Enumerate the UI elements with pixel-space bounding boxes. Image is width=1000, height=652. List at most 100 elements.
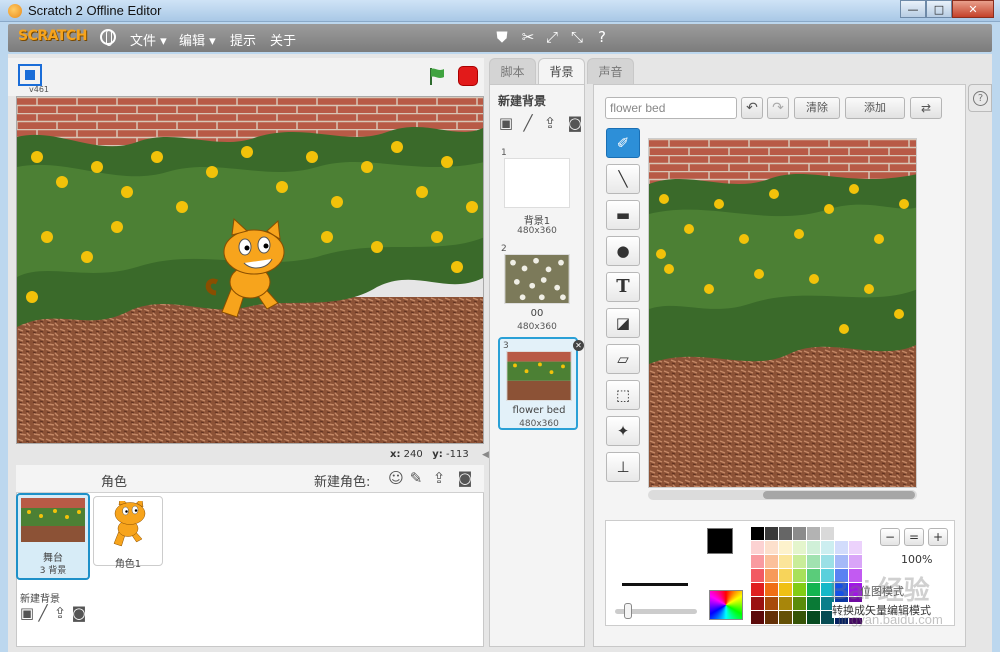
line-icon[interactable]: ╲ — [606, 164, 640, 194]
magic-wand-icon[interactable]: ✦ — [606, 416, 640, 446]
costume-name-input[interactable] — [605, 97, 737, 119]
palette-swatch[interactable] — [751, 555, 764, 568]
palette-swatch[interactable] — [779, 527, 792, 540]
palette-swatch[interactable] — [835, 555, 848, 568]
palette-swatch[interactable] — [849, 527, 862, 540]
palette-swatch[interactable] — [751, 611, 764, 624]
palette-swatch[interactable] — [849, 555, 862, 568]
palette-swatch[interactable] — [793, 555, 806, 568]
palette-swatch[interactable] — [793, 541, 806, 554]
primary-color-swatch[interactable] — [707, 528, 733, 554]
palette-swatch[interactable] — [751, 527, 764, 540]
help-icon[interactable]: ? — [593, 28, 611, 46]
paint-new-backdrop-icon[interactable]: ╱ — [519, 115, 537, 131]
palette-swatch[interactable] — [821, 541, 834, 554]
help-tab[interactable]: ? — [968, 84, 992, 112]
palette-swatch[interactable] — [807, 611, 820, 624]
duplicate-stamp-icon[interactable]: ⛊ — [493, 28, 511, 46]
palette-swatch[interactable] — [779, 569, 792, 582]
text-icon[interactable]: T — [606, 272, 640, 302]
shrink-icon[interactable]: ⤡ — [568, 28, 586, 46]
menu-about[interactable]: 关于 — [270, 30, 296, 49]
palette-swatch[interactable] — [751, 569, 764, 582]
fill-icon[interactable]: ◪ — [606, 308, 640, 338]
paint-new-backdrop-icon[interactable]: ╱ — [34, 605, 52, 621]
sprite-tile[interactable]: 角色1 — [93, 496, 163, 570]
stamp-icon[interactable]: ⊥ — [606, 452, 640, 482]
palette-swatch[interactable] — [793, 597, 806, 610]
palette-swatch[interactable] — [765, 555, 778, 568]
palette-swatch[interactable] — [779, 597, 792, 610]
paint-canvas[interactable] — [648, 138, 917, 488]
palette-swatch[interactable] — [751, 541, 764, 554]
stage-canvas[interactable] — [16, 96, 484, 444]
scrollbar-thumb[interactable] — [763, 491, 915, 499]
eraser-icon[interactable]: ▱ — [606, 344, 640, 374]
camera-backdrop-icon[interactable]: ◙ — [566, 115, 584, 131]
palette-swatch[interactable] — [807, 597, 820, 610]
upload-backdrop-icon[interactable]: ⇪ — [51, 605, 69, 621]
palette-swatch[interactable] — [835, 527, 848, 540]
palette-swatch[interactable] — [751, 583, 764, 596]
green-flag-icon[interactable] — [427, 66, 447, 86]
palette-swatch[interactable] — [793, 569, 806, 582]
upload-sprite-icon[interactable]: ⇪ — [430, 470, 448, 486]
paint-new-sprite-icon[interactable]: ✎ — [407, 470, 425, 486]
backdrop-item[interactable]: 1 背景1 480x360 — [498, 146, 578, 236]
minimize-button[interactable]: — — [900, 0, 926, 18]
palette-swatch[interactable] — [779, 583, 792, 596]
palette-swatch[interactable] — [765, 527, 778, 540]
palette-swatch[interactable] — [821, 555, 834, 568]
ellipse-icon[interactable]: ● — [606, 236, 640, 266]
palette-swatch[interactable] — [765, 597, 778, 610]
sprite-library-icon[interactable]: ☺ — [387, 470, 405, 486]
zoom-out-icon[interactable]: − — [880, 528, 900, 546]
palette-swatch[interactable] — [807, 527, 820, 540]
color-picker-gradient-icon[interactable] — [709, 590, 743, 620]
zoom-in-icon[interactable]: + — [928, 528, 948, 546]
add-button[interactable]: 添加 — [845, 97, 905, 119]
palette-swatch[interactable] — [779, 541, 792, 554]
palette-swatch[interactable] — [779, 611, 792, 624]
scratch-logo[interactable]: SCRATCH — [18, 28, 87, 44]
stop-icon[interactable] — [458, 66, 478, 86]
close-button[interactable]: ✕ — [952, 0, 994, 18]
language-globe-icon[interactable] — [100, 29, 116, 46]
camera-sprite-icon[interactable]: ◙ — [456, 470, 474, 486]
undo-button[interactable]: ↶ — [741, 97, 763, 119]
camera-backdrop-icon[interactable]: ◙ — [70, 605, 88, 621]
flip-icon[interactable]: ⇄ — [910, 97, 942, 119]
tab-scripts[interactable]: 脚本 — [489, 58, 536, 84]
palette-swatch[interactable] — [849, 541, 862, 554]
canvas-horizontal-scrollbar[interactable] — [648, 490, 917, 500]
tab-sounds[interactable]: 声音 — [587, 58, 634, 84]
presentation-mode-icon[interactable] — [18, 64, 42, 86]
palette-swatch[interactable] — [807, 541, 820, 554]
palette-swatch[interactable] — [793, 611, 806, 624]
backdrop-item-selected[interactable]: 3 flower bed 480x360 — [498, 337, 578, 430]
palette-swatch[interactable] — [821, 527, 834, 540]
grow-icon[interactable]: ⤢ — [543, 28, 561, 46]
menu-edit[interactable]: 编辑 ▾ — [179, 30, 216, 49]
brush-icon[interactable]: ✐ — [606, 128, 640, 158]
backdrop-library-icon[interactable]: ▣ — [497, 115, 515, 131]
palette-swatch[interactable] — [751, 597, 764, 610]
palette-swatch[interactable] — [807, 583, 820, 596]
menu-tips[interactable]: 提示 — [230, 30, 256, 49]
palette-swatch[interactable] — [765, 583, 778, 596]
palette-swatch[interactable] — [807, 555, 820, 568]
stroke-width-slider-knob[interactable] — [624, 603, 632, 619]
maximize-button[interactable]: □ — [926, 0, 952, 18]
palette-swatch[interactable] — [793, 527, 806, 540]
zoom-reset-icon[interactable]: = — [904, 528, 924, 546]
palette-swatch[interactable] — [779, 555, 792, 568]
tab-backdrops[interactable]: 背景 — [538, 58, 585, 84]
collapse-arrow-icon[interactable]: ◀ — [482, 450, 489, 462]
palette-swatch[interactable] — [835, 541, 848, 554]
cut-scissors-icon[interactable]: ✂ — [519, 28, 537, 46]
upload-backdrop-icon[interactable]: ⇪ — [541, 115, 559, 131]
palette-swatch[interactable] — [793, 583, 806, 596]
palette-swatch[interactable] — [765, 541, 778, 554]
backdrop-item[interactable]: 2 00 480x360 — [498, 242, 578, 332]
select-icon[interactable]: ⬚ — [606, 380, 640, 410]
